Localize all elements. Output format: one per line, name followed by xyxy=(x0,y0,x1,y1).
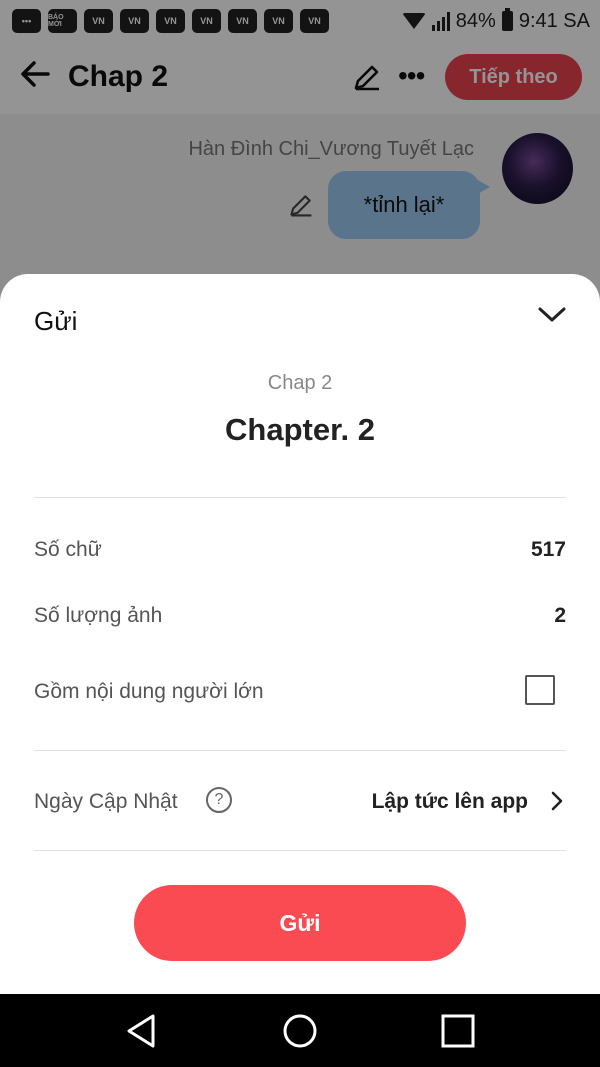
adult-content-checkbox[interactable] xyxy=(525,675,555,705)
image-count-label: Số lượng ảnh xyxy=(34,604,163,627)
update-date-value[interactable]: Lập tức lên app xyxy=(372,790,528,814)
chapter-subtitle: Chap 2 xyxy=(267,372,333,394)
send-button[interactable]: Gửi xyxy=(134,885,466,961)
update-date-label: Ngày Cập Nhật xyxy=(34,790,178,813)
word-count-label: Số chữ xyxy=(34,538,102,561)
sheet-title: Gửi xyxy=(34,306,78,336)
chevron-down-icon[interactable] xyxy=(536,300,568,328)
send-bottom-sheet: Gửi Chap 2 Chapter. 2 Số chữ 517 Số lượn… xyxy=(0,274,600,994)
nav-back-icon[interactable] xyxy=(121,1011,161,1051)
word-count-value: 517 xyxy=(530,538,566,561)
adult-content-label: Gồm nội dung người lớn xyxy=(34,680,264,703)
help-icon[interactable]: ? xyxy=(206,787,232,813)
chevron-right-icon[interactable] xyxy=(549,790,565,812)
divider xyxy=(34,750,566,751)
nav-home-icon[interactable] xyxy=(280,1011,320,1051)
divider xyxy=(34,850,566,851)
divider xyxy=(34,497,566,498)
chapter-title: Chapter. 2 xyxy=(225,412,375,447)
nav-recents-icon[interactable] xyxy=(438,1011,478,1051)
image-count-value: 2 xyxy=(554,604,566,627)
system-nav-bar xyxy=(0,994,600,1067)
